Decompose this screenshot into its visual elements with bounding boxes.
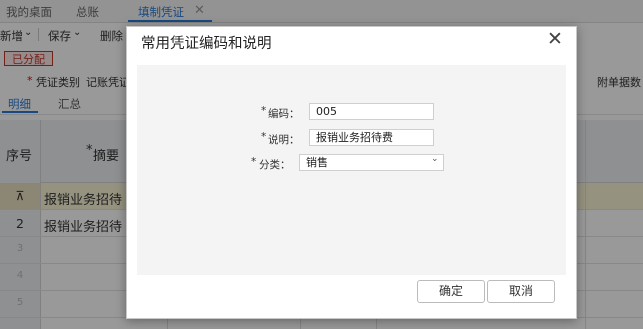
required-mark: * [261,131,267,143]
required-mark: * [251,156,257,168]
code-input[interactable]: 005 [309,103,434,120]
dialog-body: * 编码： 005 * 说明： 报销业务招待费 * 分类： 销售 ⌄ [137,65,566,275]
required-mark: * [261,105,267,117]
voucher-code-dialog: 常用凭证编码和说明 ✕ * 编码： 005 * 说明： 报销业务招待费 * 分类… [126,26,577,319]
cancel-button[interactable]: 取消 [487,280,555,303]
confirm-button[interactable]: 确定 [417,280,485,303]
category-label: 分类： [259,159,291,171]
category-select[interactable]: 销售 [299,154,444,171]
chevron-down-icon: ⌄ [431,154,439,164]
dialog-title: 常用凭证编码和说明 [141,36,272,52]
description-input[interactable]: 报销业务招待费 [309,129,434,146]
code-label: 编码： [268,108,300,120]
description-label: 说明： [268,134,300,146]
close-icon[interactable]: ✕ [547,28,563,50]
